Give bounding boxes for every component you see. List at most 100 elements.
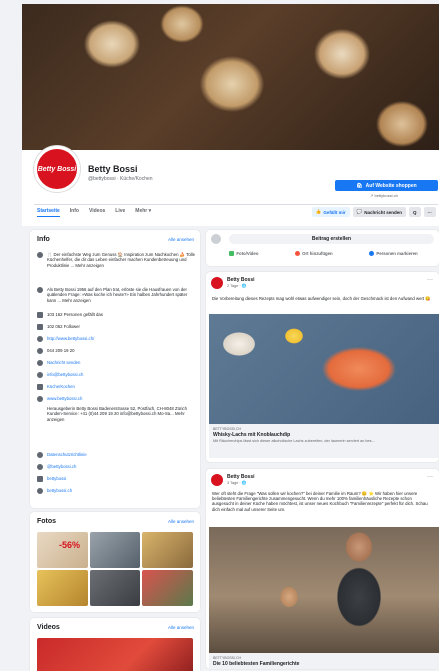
info-row-social[interactable]: bettybossi	[37, 476, 197, 482]
page-subtitle: @bettybossi · Küche/Kochen	[88, 176, 153, 182]
link-title: Die 10 beliebtesten Familiengerichte	[213, 661, 300, 667]
post-link-preview[interactable]: BETTYBOSSI.CH Die 10 beliebtesten Famili…	[209, 653, 439, 669]
post-composer: Beitrag erstellen Foto/Video Ort hinzufü…	[206, 230, 439, 266]
web-icon	[37, 396, 43, 402]
videos-see-all-link[interactable]: Alle ansehen	[168, 625, 194, 630]
location-pin-icon	[295, 251, 301, 256]
photo-thumbnail[interactable]	[37, 570, 88, 606]
info-row-category[interactable]: Küche/Kochen	[37, 384, 197, 390]
post-timestamp[interactable]: 3 Tage · 🌐	[227, 480, 255, 485]
tab-videos[interactable]: Videos	[89, 208, 105, 217]
create-post-button[interactable]: Beitrag erstellen	[229, 234, 434, 244]
info-row-link[interactable]: Nachricht senden	[47, 360, 80, 366]
post-image[interactable]	[209, 527, 439, 653]
info-row-message[interactable]: Nachricht senden	[37, 360, 197, 366]
photos-grid: -56%	[37, 532, 193, 606]
like-button[interactable]: 👍 Gefällt mir	[311, 207, 350, 217]
photos-see-all-link[interactable]: Alle ansehen	[168, 519, 194, 524]
photo-thumbnail[interactable]	[89, 532, 141, 568]
info-row-likes: 103 162 Personen gefällt das	[37, 312, 197, 318]
info-row-text: Herausgeberin Betty Bossi Badenerstrasse…	[47, 406, 187, 422]
info-row-text: Als Betty Bossi 1956 auf den Plan trat, …	[47, 287, 188, 303]
info-row-website-2[interactable]: www.bettybossi.ch	[37, 396, 197, 402]
avatar-logo: Betty Bossi	[37, 149, 77, 189]
post-text: Die Vorbereitung dieses Rezepts mag wohl…	[212, 296, 431, 301]
info-row-history: Als Betty Bossi 1956 auf den Plan trat, …	[37, 287, 197, 303]
facebook-page: Betty Bossi Betty Bossi @bettybossi · Kü…	[0, 0, 439, 671]
info-row-link[interactable]: www.bettybossi.ch	[47, 396, 82, 402]
info-row-text: 044 209 19 20	[47, 348, 75, 353]
privacy-icon	[37, 452, 43, 458]
page-tabs: Startseite Info Videos Live Mehr ▾	[37, 208, 151, 217]
tab-mehr[interactable]: Mehr ▾	[135, 208, 151, 217]
videos-title: Videos	[37, 624, 60, 631]
post-image[interactable]	[209, 314, 439, 424]
mail-icon	[37, 372, 43, 378]
info-row-link[interactable]: bettybossi	[47, 476, 66, 482]
info-row-text: 🍴 Der einfachste Weg zum Genuss 🏠 Inspir…	[47, 252, 195, 268]
info-row-link[interactable]: bettybossi.ch	[47, 488, 72, 494]
shop-button-label: Auf Website shoppen	[365, 182, 417, 189]
info-row-link[interactable]: http://www.bettybossi.ch/	[47, 336, 94, 342]
option-label: Personen markieren	[376, 251, 418, 256]
post-author-avatar[interactable]	[211, 474, 223, 486]
post-text: Wer oft steht die Frage "Was sollen wir …	[212, 491, 428, 512]
search-icon: Q	[412, 209, 417, 215]
info-row-pinterest[interactable]: bettybossi.ch	[37, 488, 197, 494]
info-row-text: 102 062 Follower	[47, 324, 80, 329]
web-icon	[37, 336, 43, 342]
tab-startseite[interactable]: Startseite	[37, 208, 60, 217]
more-button[interactable]: ···	[423, 207, 436, 217]
instagram-icon	[37, 464, 43, 470]
info-see-all-link[interactable]: Alle ansehen	[168, 237, 194, 242]
shop-url[interactable]: ↗ bettybossi.ch	[370, 193, 398, 198]
post-author-avatar[interactable]	[211, 277, 223, 289]
cover-photo[interactable]	[22, 4, 439, 150]
shop-url-text: bettybossi.ch	[374, 193, 398, 198]
messenger-icon: 💬	[356, 209, 363, 214]
thumbs-up-icon: 👍	[315, 209, 322, 214]
tab-info[interactable]: Info	[70, 208, 79, 217]
post-more-icon[interactable]: ···	[427, 474, 433, 480]
like-icon	[37, 312, 43, 318]
add-location-option[interactable]: Ort hinzufügen	[295, 251, 333, 256]
feed-post: Betty Bossi 3 Tage · 🌐 ··· Wer oft steht…	[206, 469, 439, 669]
search-button[interactable]: Q	[408, 207, 421, 217]
photo-thumbnail[interactable]	[142, 532, 193, 568]
info-row-instagram[interactable]: @bettybossi.ch	[37, 464, 197, 470]
info-row-link[interactable]: @bettybossi.ch	[47, 464, 76, 470]
post-link-preview[interactable]: BETTYBOSSI.CH Whisky-Lachs mit Knoblauch…	[209, 424, 439, 458]
option-label: Foto/Video	[236, 251, 259, 256]
photos-card: Fotos Alle ansehen -56%	[30, 512, 200, 612]
info-icon	[37, 287, 43, 293]
feed-post: Betty Bossi 2 Tage · 🌐 ··· Die Vorbereit…	[206, 272, 439, 462]
message-button[interactable]: 💬 Nachricht senden	[352, 207, 406, 217]
profile-avatar[interactable]: Betty Bossi	[34, 146, 80, 192]
video-thumbnail[interactable]	[37, 638, 193, 671]
shop-website-button[interactable]: 🛍 Auf Website shoppen	[335, 180, 438, 191]
info-row-link[interactable]: info@bettybossi.ch	[47, 372, 83, 378]
info-row-link[interactable]: Datenschutzrichtlinie	[47, 452, 87, 458]
link-description: Mit Räucherchips lässt sich dieser alkoh…	[213, 439, 375, 443]
info-row-phone: 044 209 19 20	[37, 348, 197, 354]
post-timestamp[interactable]: 2 Tage · 🌐	[227, 283, 255, 288]
tab-live[interactable]: Live	[115, 208, 125, 217]
page-actions: 👍 Gefällt mir 💬 Nachricht senden Q ···	[311, 207, 436, 217]
photo-thumbnail[interactable]	[142, 570, 193, 606]
follower-icon	[37, 324, 43, 330]
info-row-text: 103 162 Personen gefällt das	[47, 312, 103, 317]
photos-title: Fotos	[37, 518, 57, 525]
post-more-icon[interactable]: ···	[427, 277, 433, 283]
phone-icon	[37, 348, 43, 354]
info-row-privacy[interactable]: Datenschutzrichtlinie	[37, 452, 197, 458]
link-title: Whisky-Lachs mit Knoblauchdip	[213, 432, 291, 438]
photo-video-option[interactable]: Foto/Video	[229, 251, 258, 256]
people-icon	[369, 251, 375, 256]
photo-thumbnail[interactable]: -56%	[37, 532, 88, 568]
info-row-website[interactable]: http://www.bettybossi.ch/	[37, 336, 197, 342]
info-row-link[interactable]: Küche/Kochen	[47, 384, 75, 390]
info-row-email[interactable]: info@bettybossi.ch	[37, 372, 197, 378]
tag-people-option[interactable]: Personen markieren	[369, 251, 418, 256]
photo-thumbnail[interactable]	[89, 570, 141, 606]
page-title: Betty Bossi	[88, 164, 138, 174]
